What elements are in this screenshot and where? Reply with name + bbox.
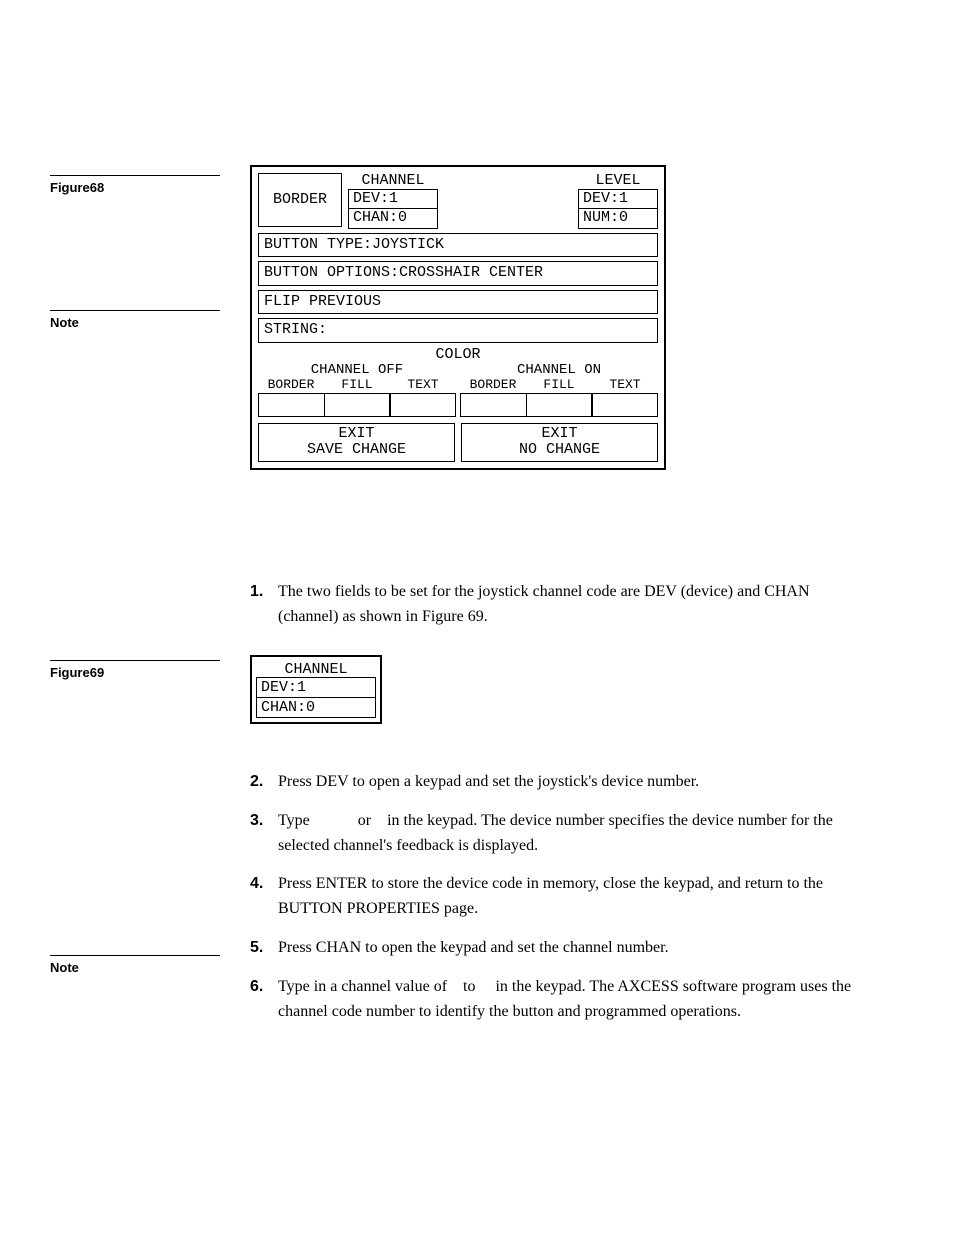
step-3-text: Type or in the keypad. The device number… xyxy=(278,809,855,859)
off-border-label: BORDER xyxy=(258,378,324,392)
steps-block-1: 1. The two fields to be set for the joys… xyxy=(250,580,855,644)
off-border-swatch[interactable] xyxy=(258,393,325,417)
on-border-label: BORDER xyxy=(460,378,526,392)
dev-field[interactable]: DEV:1 xyxy=(348,189,438,210)
figure68-label: Figure68 xyxy=(50,175,220,195)
on-border-swatch[interactable] xyxy=(460,393,527,417)
exit-save-line2: SAVE CHANGE xyxy=(259,442,454,459)
off-fill-label: FILL xyxy=(324,378,390,392)
level-num-field[interactable]: NUM:0 xyxy=(578,208,658,229)
exit-no-line1: EXIT xyxy=(462,426,657,443)
step-4-number: 4. xyxy=(250,872,278,922)
level-title: LEVEL xyxy=(578,173,658,190)
fig69-dev-field[interactable]: DEV:1 xyxy=(256,677,376,698)
on-text-swatch[interactable] xyxy=(591,393,658,417)
flip-row[interactable]: FLIP PREVIOUS xyxy=(258,290,658,315)
chan-field[interactable]: CHAN:0 xyxy=(348,208,438,229)
step-1-number: 1. xyxy=(250,580,278,630)
page: Figure68 Note Figure69 Note BORDER CHANN… xyxy=(0,0,954,1235)
note-label-2: Note xyxy=(50,955,220,975)
color-title: COLOR xyxy=(258,347,658,364)
exit-no-button[interactable]: EXIT NO CHANGE xyxy=(461,423,658,462)
on-text-label: TEXT xyxy=(592,378,658,392)
off-text-swatch[interactable] xyxy=(389,393,456,417)
note-label-1: Note xyxy=(50,310,220,330)
exit-no-line2: NO CHANGE xyxy=(462,442,657,459)
fig69-channel-title: CHANNEL xyxy=(256,661,376,678)
fig69-chan-field[interactable]: CHAN:0 xyxy=(256,697,376,718)
step-6-text: Type in a channel value of to in the key… xyxy=(278,975,855,1025)
step-3-number: 3. xyxy=(250,809,278,859)
step-1-text: The two fields to be set for the joystic… xyxy=(278,580,855,630)
step-6-number: 6. xyxy=(250,975,278,1025)
off-text-label: TEXT xyxy=(390,378,456,392)
figure69-panel: CHANNEL DEV:1 CHAN:0 xyxy=(250,655,382,724)
exit-save-line1: EXIT xyxy=(259,426,454,443)
channel-off-label: CHANNEL OFF xyxy=(258,363,456,378)
figure68-panel: BORDER CHANNEL DEV:1 CHAN:0 LEVEL DEV:1 … xyxy=(250,165,666,470)
step-2-number: 2. xyxy=(250,770,278,795)
string-row[interactable]: STRING: xyxy=(258,318,658,343)
border-button[interactable]: BORDER xyxy=(258,173,342,227)
button-type-row[interactable]: BUTTON TYPE:JOYSTICK xyxy=(258,233,658,258)
channel-title: CHANNEL xyxy=(348,173,438,190)
on-fill-swatch[interactable] xyxy=(526,393,593,417)
on-fill-label: FILL xyxy=(526,378,592,392)
button-options-row[interactable]: BUTTON OPTIONS:CROSSHAIR CENTER xyxy=(258,261,658,286)
steps-block-2: 2. Press DEV to open a keypad and set th… xyxy=(250,770,855,1038)
step-2-text: Press DEV to open a keypad and set the j… xyxy=(278,770,855,795)
figure69-label: Figure69 xyxy=(50,660,220,680)
step-5-text: Press CHAN to open the keypad and set th… xyxy=(278,936,855,961)
step-5-number: 5. xyxy=(250,936,278,961)
off-fill-swatch[interactable] xyxy=(324,393,391,417)
exit-save-button[interactable]: EXIT SAVE CHANGE xyxy=(258,423,455,462)
step-4-text: Press ENTER to store the device code in … xyxy=(278,872,855,922)
channel-on-label: CHANNEL ON xyxy=(460,363,658,378)
level-dev-field[interactable]: DEV:1 xyxy=(578,189,658,210)
